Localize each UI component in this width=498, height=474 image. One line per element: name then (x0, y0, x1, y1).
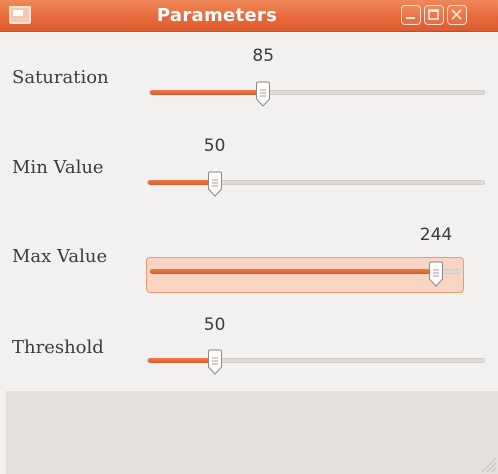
close-button[interactable] (447, 5, 467, 25)
close-icon (451, 9, 462, 20)
maximize-button[interactable] (424, 5, 444, 25)
min-value-slider[interactable] (146, 171, 486, 197)
minimize-button[interactable] (401, 5, 421, 25)
slider-handle[interactable] (255, 81, 271, 107)
slider-fill (148, 358, 216, 363)
slider-track[interactable] (147, 358, 485, 363)
parameters-window: Parameters Saturation 85 Min Value 50 Ma… (0, 0, 498, 474)
slider-fill (148, 180, 216, 185)
slider-handle[interactable] (207, 171, 223, 197)
minimize-icon (406, 17, 415, 19)
saturation-label: Saturation (12, 67, 109, 88)
threshold-value: 50 (203, 315, 226, 335)
max-value-label: Max Value (12, 246, 108, 267)
slider-handle[interactable] (207, 349, 223, 375)
slider-track[interactable] (149, 269, 461, 274)
max-value-value: 244 (419, 225, 453, 245)
slider-track[interactable] (147, 180, 485, 185)
saturation-slider[interactable] (148, 81, 486, 107)
title-bar[interactable]: Parameters (0, 0, 498, 32)
max-value-slider[interactable] (146, 257, 464, 293)
saturation-value: 85 (252, 46, 275, 66)
slider-fill (150, 90, 265, 95)
slider-track[interactable] (149, 90, 485, 95)
threshold-slider[interactable] (146, 349, 486, 375)
slider-handle[interactable] (428, 261, 444, 287)
threshold-label: Threshold (12, 337, 104, 358)
window-title: Parameters (156, 5, 278, 26)
min-value-label: Min Value (12, 157, 104, 178)
resize-grip-icon[interactable] (476, 452, 498, 474)
min-value-value: 50 (203, 136, 226, 156)
maximize-icon (428, 9, 439, 20)
slider-fill (150, 269, 438, 274)
bottom-panel (6, 391, 498, 474)
